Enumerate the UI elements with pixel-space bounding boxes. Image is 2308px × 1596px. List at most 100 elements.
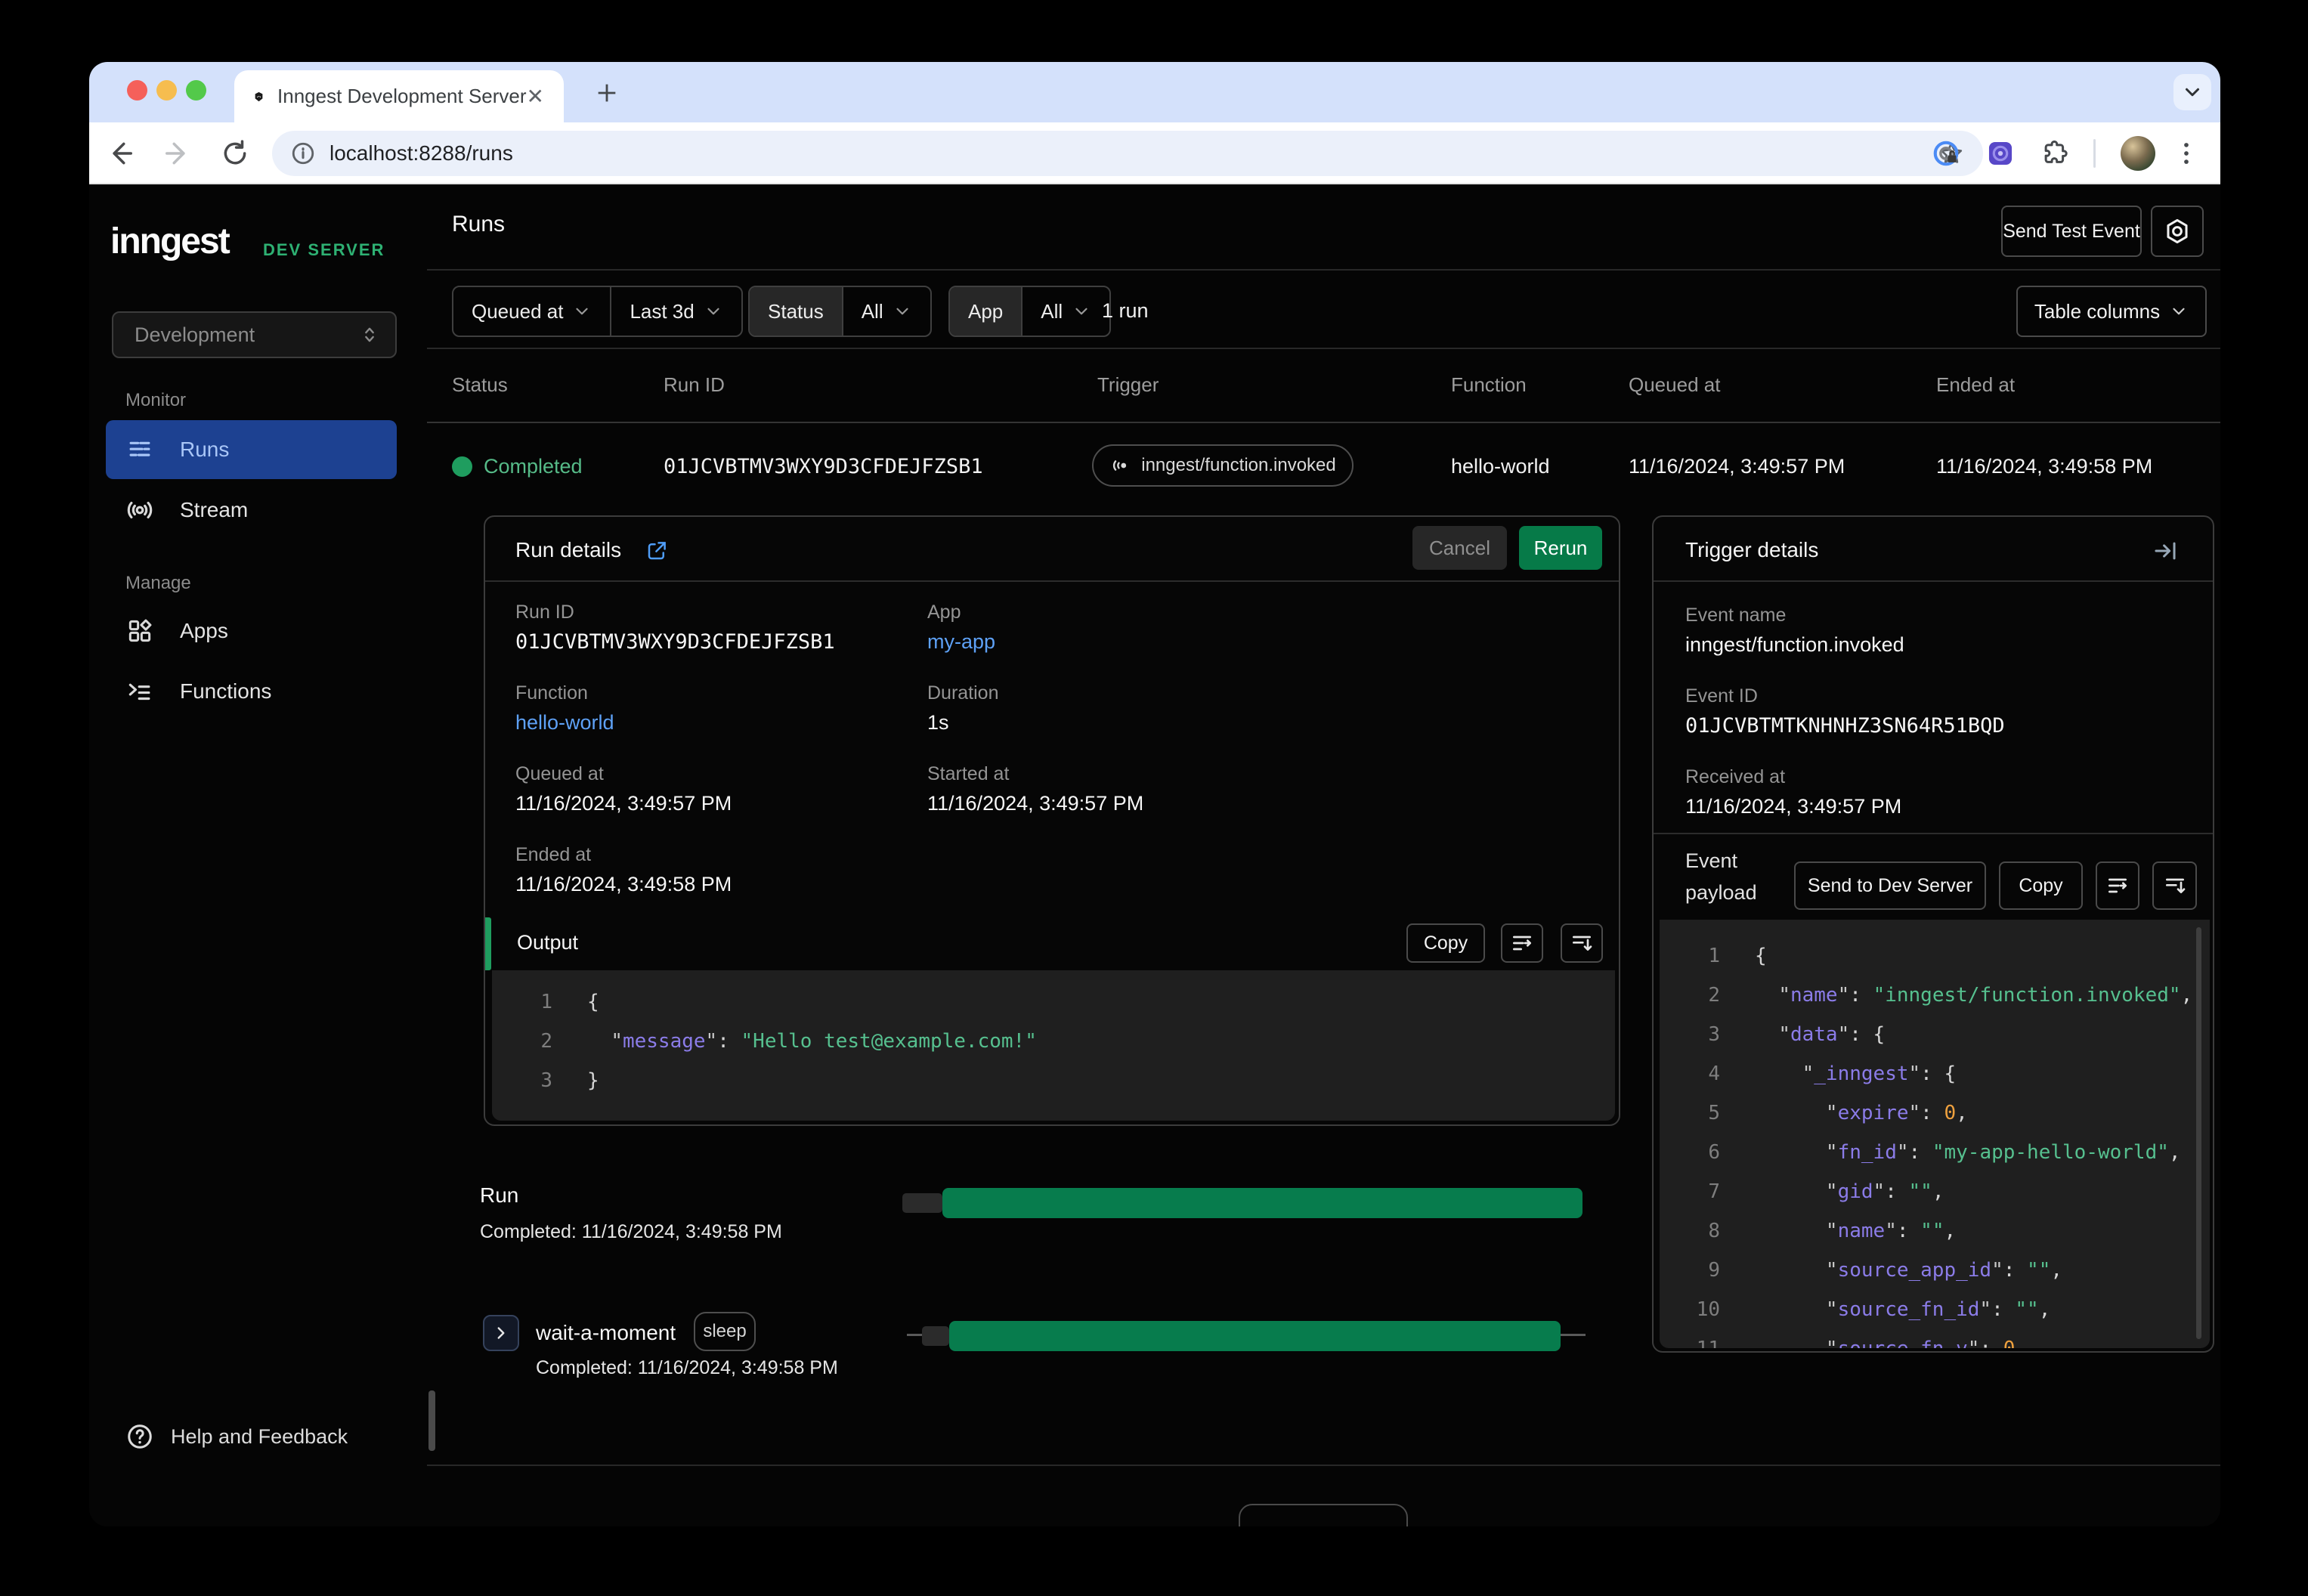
time-field-filter: Queued at Last 3d — [452, 286, 743, 337]
gear-icon — [2167, 218, 2188, 244]
payload-word-wrap-button[interactable] — [2096, 861, 2139, 910]
output-code[interactable]: 1{2 "message": "Hello test@example.com!"… — [492, 970, 1615, 1121]
sidebar-item-functions[interactable]: Functions — [106, 662, 397, 721]
output-status-accent — [485, 917, 491, 970]
chevron-right-icon — [497, 1327, 505, 1339]
browser-tab[interactable]: Inngest Development Server ✕ — [234, 70, 564, 122]
profile-avatar[interactable] — [2121, 136, 2155, 171]
time-field-dropdown[interactable]: Queued at — [453, 287, 610, 336]
window-zoom-light[interactable] — [186, 80, 206, 101]
app-filter-dropdown[interactable]: All — [1021, 287, 1109, 336]
browser-menu-icon[interactable] — [2172, 139, 2201, 168]
time-range-dropdown[interactable]: Last 3d — [610, 287, 741, 336]
new-tab-button[interactable] — [586, 73, 627, 113]
sidebar-item-runs[interactable]: Runs — [106, 420, 397, 479]
timeline-run-label[interactable]: Run — [480, 1183, 518, 1208]
row-trigger-badge[interactable]: inngest/function.invoked — [1092, 444, 1354, 487]
step-bar-dash-left — [907, 1334, 922, 1336]
chevron-down-icon — [576, 308, 589, 315]
back-icon[interactable] — [106, 139, 135, 168]
queued-at-label: Queued at — [515, 763, 604, 784]
main-scrollbar[interactable] — [428, 1390, 435, 1451]
started-at-value: 11/16/2024, 3:49:57 PM — [927, 792, 1144, 815]
purple-extension-icon[interactable] — [1986, 139, 2015, 168]
run-timeline-bar[interactable] — [942, 1188, 1582, 1218]
row-ended-at: 11/16/2024, 3:49:58 PM — [1936, 455, 2153, 478]
col-ended-at: Ended at — [1936, 373, 2016, 396]
chevron-down-icon — [2173, 308, 2185, 315]
app-link[interactable]: my-app — [927, 630, 995, 654]
help-icon — [128, 1424, 152, 1449]
table-columns-button[interactable]: Table columns — [2016, 286, 2207, 337]
url-bar[interactable]: localhost:8288/runs — [272, 131, 1983, 176]
word-wrap-icon — [1513, 936, 1531, 951]
trigger-details-title: Trigger details — [1685, 538, 1819, 561]
select-updown-icon — [365, 327, 374, 342]
row-run-id: 01JCVBTMV3WXY9D3CFDEJFZSB1 — [664, 455, 983, 478]
function-link[interactable]: hello-world — [515, 711, 614, 735]
step-completed-text: Completed: 11/16/2024, 3:49:58 PM — [536, 1357, 838, 1378]
queued-at-value: 11/16/2024, 3:49:57 PM — [515, 792, 732, 815]
workspace-select-value: Development — [135, 323, 255, 346]
event-id-value: 01JCVBTMTKNHNHZ3SN64R51BQD — [1685, 714, 2005, 738]
col-run-id: Run ID — [664, 373, 725, 396]
started-at-label: Started at — [927, 763, 1010, 784]
external-link-icon[interactable] — [645, 540, 668, 562]
load-more-button-partial[interactable] — [1239, 1504, 1408, 1526]
col-function: Function — [1451, 373, 1527, 396]
scroll-to-bottom-button[interactable] — [1561, 923, 1603, 963]
step-timeline-bar[interactable] — [949, 1321, 1561, 1351]
inngest-favicon — [255, 91, 263, 101]
page-title: Runs — [452, 212, 506, 237]
window-close-light[interactable] — [127, 80, 147, 101]
step-expand-button[interactable] — [483, 1315, 519, 1351]
word-wrap-button[interactable] — [1501, 923, 1543, 963]
event-payload-code[interactable]: 1{2 "name": "inngest/function.invoked", 3… — [1660, 920, 2210, 1348]
extensions-puzzle-icon[interactable] — [2040, 139, 2069, 168]
col-status: Status — [452, 373, 508, 396]
password-manager-extension-icon[interactable] — [1932, 139, 1960, 168]
scroll-down-icon — [2165, 878, 2185, 893]
settings-button[interactable] — [2151, 206, 2204, 257]
sidebar-item-apps[interactable]: Apps — [106, 602, 397, 660]
payload-scrollbar[interactable] — [2196, 927, 2201, 1339]
tab-search-button[interactable] — [2173, 74, 2211, 110]
sidebar-item-label: Stream — [180, 498, 249, 521]
site-info-icon[interactable] — [290, 141, 316, 166]
row-function: hello-world — [1451, 455, 1550, 478]
status-filter: Status All — [748, 286, 932, 337]
reload-icon[interactable] — [221, 139, 249, 168]
rerun-button[interactable]: Rerun — [1519, 526, 1602, 570]
tab-title: Inngest Development Server — [277, 85, 527, 107]
workspace-select[interactable]: Development — [112, 311, 397, 358]
run-id-label: Run ID — [515, 602, 574, 623]
event-id-label: Event ID — [1685, 685, 1758, 707]
help-and-feedback[interactable]: Help and Feedback — [125, 1422, 348, 1451]
col-trigger: Trigger — [1097, 373, 1159, 396]
toolbar-separator — [2093, 139, 2096, 168]
send-to-dev-server-button[interactable]: Send to Dev Server — [1794, 861, 1986, 910]
apps-icon — [128, 619, 152, 642]
help-label: Help and Feedback — [171, 1424, 348, 1448]
output-copy-button[interactable]: Copy — [1406, 923, 1485, 963]
step-name[interactable]: wait-a-moment — [536, 1321, 676, 1345]
output-title: Output — [517, 931, 579, 954]
run-queue-segment — [902, 1193, 942, 1213]
send-test-event-button[interactable]: Send Test Event — [2001, 206, 2142, 257]
browser-toolbar: localhost:8288/runs — [89, 122, 2220, 184]
duration-label: Duration — [927, 682, 999, 704]
event-payload-label: Event — [1685, 849, 1738, 872]
forward-icon[interactable] — [163, 139, 192, 168]
window-minimize-light[interactable] — [156, 80, 177, 101]
tab-close-icon[interactable]: ✕ — [527, 84, 544, 109]
inngest-app: inngest DEV SERVER Development Monitor R… — [89, 184, 2220, 1526]
sidebar-item-label: Apps — [180, 619, 228, 642]
cancel-button[interactable]: Cancel — [1412, 526, 1507, 570]
collapse-panel-icon[interactable] — [2152, 538, 2178, 564]
status-filter-dropdown[interactable]: All — [841, 287, 930, 336]
payload-scroll-to-bottom-button[interactable] — [2152, 861, 2197, 910]
payload-copy-button[interactable]: Copy — [1999, 861, 2083, 910]
sidebar-section-manage: Manage — [125, 573, 191, 593]
sidebar-item-stream[interactable]: Stream — [106, 481, 397, 540]
received-at-label: Received at — [1685, 766, 1786, 787]
